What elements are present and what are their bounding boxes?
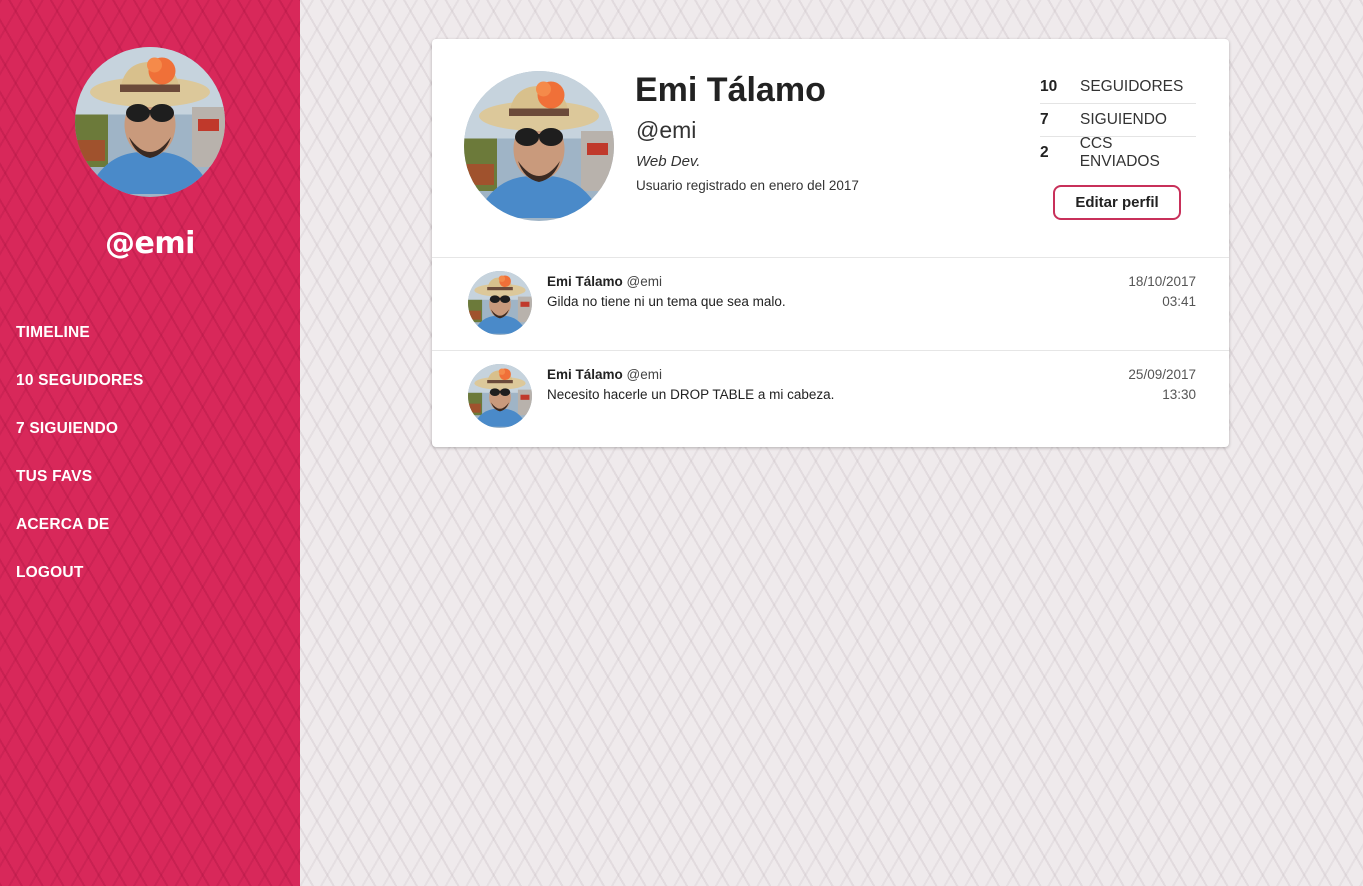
post-handle[interactable]: @emi xyxy=(627,367,662,382)
profile-registered: Usuario registrado en enero del 2017 xyxy=(636,178,859,193)
post-header: Emi Tálamo @emi xyxy=(547,274,662,289)
profile-name: Emi Tálamo xyxy=(635,71,826,109)
post-author[interactable]: Emi Tálamo xyxy=(547,274,623,289)
post-handle[interactable]: @emi xyxy=(627,274,662,289)
post-time: 13:30 xyxy=(1162,387,1196,402)
sidebar: @emi TIMELINE 10 SEGUIDORES 7 SIGUIENDO … xyxy=(0,0,300,886)
post-date: 18/10/2017 xyxy=(1128,274,1196,289)
post-header: Emi Tálamo @emi xyxy=(547,367,662,382)
post-text: Gilda no tiene ni un tema que sea malo. xyxy=(547,294,786,309)
profile-card: Emi Tálamo @emi Web Dev. Usuario registr… xyxy=(432,39,1229,447)
nav-item-logout[interactable]: LOGOUT xyxy=(16,561,144,609)
profile-handle: @emi xyxy=(636,117,697,143)
post-time: 03:41 xyxy=(1162,294,1196,309)
profile-bio: Web Dev. xyxy=(636,153,701,170)
stat-ccs-enviados[interactable]: 2 CCS ENVIADOS xyxy=(1040,135,1196,170)
post-item: Emi Tálamo @emi Gilda no tiene ni un tem… xyxy=(432,258,1229,350)
post-avatar[interactable] xyxy=(468,364,532,428)
stat-count: 10 xyxy=(1040,78,1058,95)
avatar-image xyxy=(468,364,532,428)
post-author[interactable]: Emi Tálamo xyxy=(547,367,623,382)
avatar-image xyxy=(464,71,614,221)
post-text: Necesito hacerle un DROP TABLE a mi cabe… xyxy=(547,387,835,402)
stat-seguidores[interactable]: 10 SEGUIDORES xyxy=(1040,71,1196,104)
post-item: Emi Tálamo @emi Necesito hacerle un DROP… xyxy=(432,351,1229,443)
stat-label: CCS ENVIADOS xyxy=(1079,135,1160,170)
stat-count: 7 xyxy=(1040,111,1049,128)
nav-item-favs[interactable]: TUS FAVS xyxy=(16,465,144,513)
avatar-image xyxy=(75,47,225,197)
avatar-image xyxy=(468,271,532,335)
stat-label: SEGUIDORES xyxy=(1080,78,1184,95)
post-avatar[interactable] xyxy=(468,271,532,335)
nav-item-timeline[interactable]: TIMELINE xyxy=(16,321,144,369)
profile-avatar xyxy=(464,71,614,221)
profile-stats: 10 SEGUIDORES 7 SIGUIENDO 2 CCS ENVIADOS xyxy=(1040,71,1196,170)
sidebar-handle[interactable]: @emi xyxy=(0,226,300,261)
nav-item-seguidores[interactable]: 10 SEGUIDORES xyxy=(16,369,144,417)
stat-count: 2 xyxy=(1040,144,1049,161)
sidebar-nav: TIMELINE 10 SEGUIDORES 7 SIGUIENDO TUS F… xyxy=(16,321,144,609)
nav-item-siguiendo[interactable]: 7 SIGUIENDO xyxy=(16,417,144,465)
stat-label: SIGUIENDO xyxy=(1080,111,1167,128)
edit-profile-button[interactable]: Editar perfil xyxy=(1053,185,1181,220)
post-date: 25/09/2017 xyxy=(1128,367,1196,382)
stat-siguiendo[interactable]: 7 SIGUIENDO xyxy=(1040,104,1196,137)
sidebar-avatar[interactable] xyxy=(75,47,225,197)
nav-item-acerca-de[interactable]: ACERCA DE xyxy=(16,513,144,561)
